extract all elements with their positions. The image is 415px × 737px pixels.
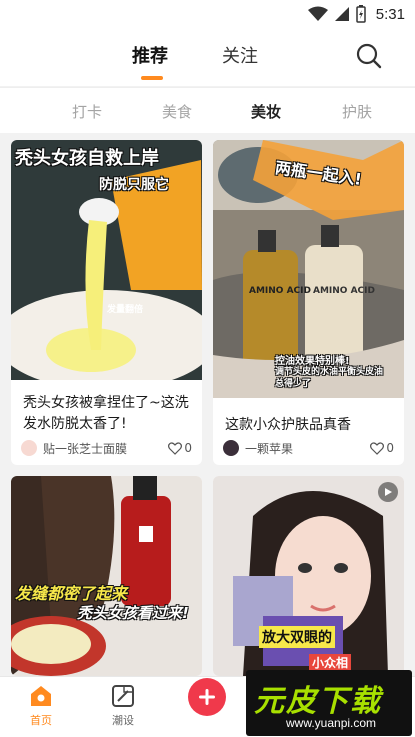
overlay-text: AMINO ACID xyxy=(313,286,375,296)
signal-icon xyxy=(334,7,349,21)
status-icons: 5:31 xyxy=(307,5,405,23)
video-play-badge[interactable] xyxy=(378,482,398,502)
home-icon xyxy=(31,686,51,706)
watermark-text: 元皮下载 xyxy=(254,684,382,719)
tab-recommend[interactable]: 推荐 xyxy=(132,42,168,68)
overlay-text: 总得少了 xyxy=(275,379,312,389)
overlay-text: 防脱只服它 xyxy=(99,177,169,193)
plus-icon xyxy=(199,689,215,705)
active-tab-indicator xyxy=(141,76,163,80)
wifi-icon xyxy=(307,6,328,21)
top-nav: 推荐 关注 xyxy=(0,28,415,86)
overlay-text: 发缝都密了起来 xyxy=(15,584,128,603)
overlay-text: 秃头女孩看过来! xyxy=(77,604,189,622)
nav-trend[interactable]: 潮设 xyxy=(98,683,148,728)
feed-card[interactable]: 放大双眼的 小众相 xyxy=(213,476,404,676)
status-bar: 5:31 xyxy=(0,0,415,28)
nav-home-label: 首页 xyxy=(30,714,52,727)
like-button[interactable]: 0 xyxy=(370,441,394,455)
play-icon xyxy=(385,488,392,496)
category-tab-checkin[interactable]: 打卡 xyxy=(72,101,102,122)
search-button[interactable] xyxy=(355,42,383,70)
status-time: 5:31 xyxy=(375,5,405,23)
heart-icon xyxy=(168,441,183,455)
category-tab-food[interactable]: 美食 xyxy=(162,101,192,122)
heart-icon xyxy=(370,441,385,455)
create-post-button[interactable] xyxy=(188,678,226,716)
search-icon xyxy=(356,43,382,69)
watermark-url: www.yuanpi.com xyxy=(286,716,377,730)
avatar[interactable] xyxy=(223,440,239,456)
feed-card[interactable]: 发缝都密了起来 秃头女孩看过来! xyxy=(11,476,202,676)
battery-icon xyxy=(356,5,366,23)
author-name[interactable]: 贴一张芝士面膜 xyxy=(43,440,168,457)
nav-home[interactable]: 首页 xyxy=(16,683,66,728)
avatar[interactable] xyxy=(21,440,37,456)
feed-card[interactable]: 秃头女孩自救上岸 防脱只服它 发量翻倍 秃头女孩被拿捏住了~这洗发水防脱太香了!… xyxy=(11,140,202,465)
overlay-text: 发量翻倍 xyxy=(107,305,144,315)
overlay-text: 秃头女孩自救上岸 xyxy=(15,148,159,169)
like-button[interactable]: 0 xyxy=(168,441,192,455)
overlay-text: 放大双眼的 xyxy=(259,626,335,648)
like-count: 0 xyxy=(386,441,394,455)
overlay-text: 小众相 xyxy=(309,654,352,671)
nav-trend-label: 潮设 xyxy=(112,714,134,727)
post-meta: 贴一张芝士面膜 0 xyxy=(21,438,192,458)
category-tab-skincare[interactable]: 护肤 xyxy=(342,101,372,122)
post-image xyxy=(11,476,202,676)
feed-card[interactable]: 两瓶一起入! AMINO ACID AMINO ACID 控油效果特别棒! 调节… xyxy=(213,140,404,465)
like-count: 0 xyxy=(184,441,192,455)
edit-icon xyxy=(112,685,134,707)
post-title: 这款小众护肤品真香 xyxy=(225,417,351,433)
tab-following[interactable]: 关注 xyxy=(222,42,258,68)
category-tab-makeup[interactable]: 美妆 xyxy=(251,101,281,122)
watermark-logo: 元皮下载 www.yuanpi.com xyxy=(246,670,412,736)
author-name[interactable]: 一颗苹果 xyxy=(245,440,370,457)
overlay-text: AMINO ACID xyxy=(249,286,311,296)
post-meta: 一颗苹果 0 xyxy=(223,438,394,458)
category-tabs: 打卡 美食 美妆 护肤 xyxy=(0,87,415,133)
post-title: 秃头女孩被拿捏住了~这洗发水防脱太香了! xyxy=(23,395,189,432)
